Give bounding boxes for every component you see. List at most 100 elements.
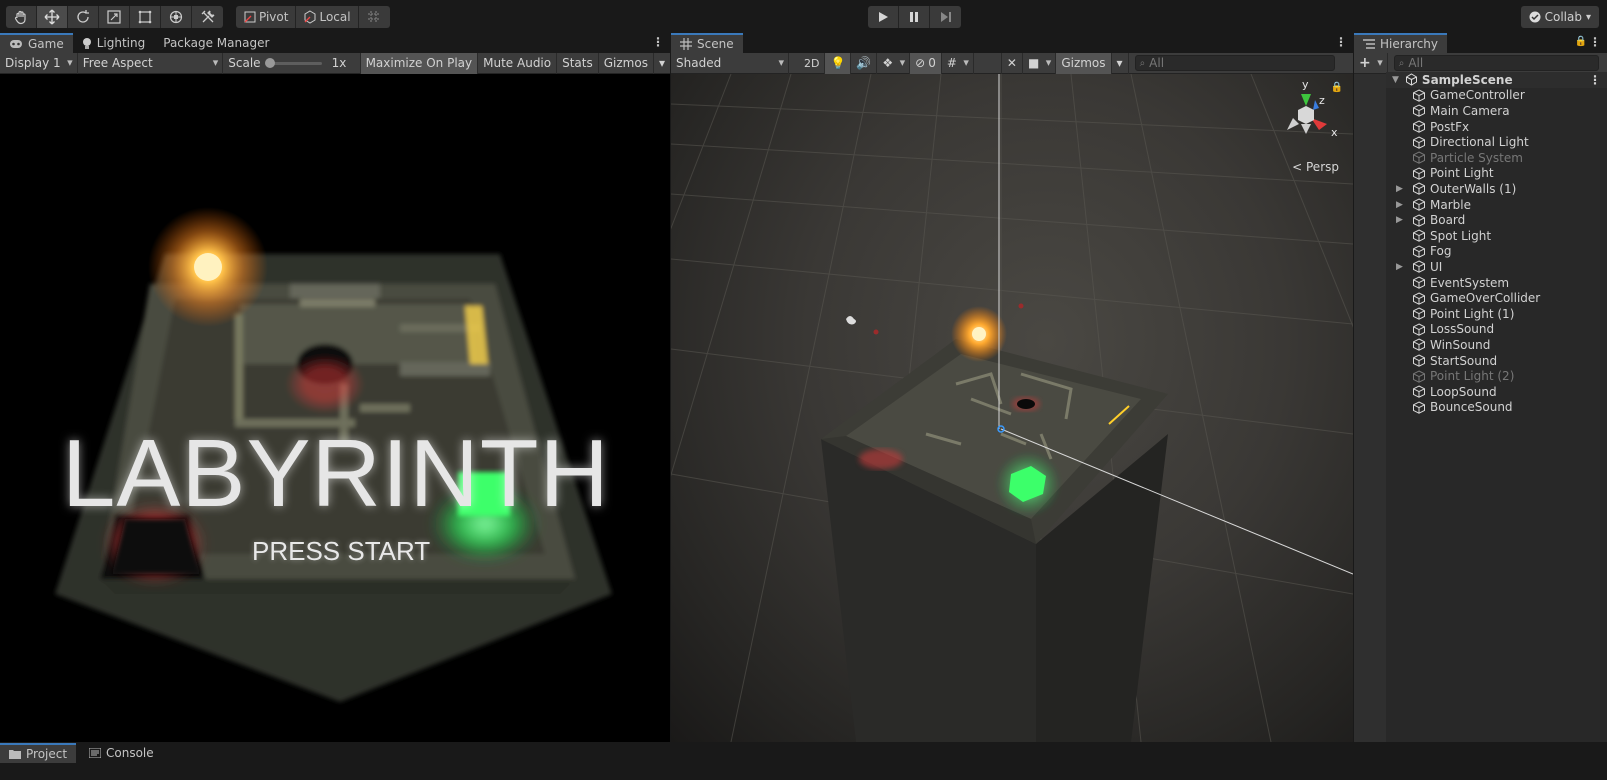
audio-toggle[interactable]: 🔊	[851, 52, 878, 74]
hand-tool-button[interactable]	[6, 6, 37, 28]
tab-game[interactable]: Game	[0, 33, 73, 53]
scene-gizmos-dropdown[interactable]: ▾	[1112, 52, 1129, 74]
gameobject-cube-icon	[1413, 167, 1425, 180]
scale-slider[interactable]	[264, 57, 322, 68]
tab-console[interactable]: Console	[80, 743, 163, 763]
axis-x-label: x	[1331, 126, 1338, 139]
kebab-menu-icon[interactable]: ⋮	[1589, 35, 1601, 49]
scene-panel: Scene ⋮ Shaded 2D 💡 🔊 ❖ ⊘ 0 # ✕ ■ Gizmos…	[671, 33, 1353, 742]
move-icon	[44, 9, 60, 25]
hierarchy-item[interactable]: ▶ OuterWalls (1)	[1396, 181, 1607, 197]
hierarchy-item[interactable]: WinSound	[1412, 337, 1607, 353]
pivot-toggle[interactable]: Pivot	[236, 6, 297, 28]
stats-toggle[interactable]: Stats	[557, 52, 599, 74]
scene-search-input[interactable]: ⌕ All	[1134, 55, 1335, 71]
shading-dropdown[interactable]: Shaded	[671, 52, 789, 74]
hierarchy-item[interactable]: ▶ Marble	[1396, 197, 1607, 213]
grid-snap-button[interactable]	[359, 6, 390, 28]
pivot-label: Pivot	[259, 10, 289, 24]
lock-icon[interactable]: 🔒	[1331, 82, 1343, 93]
rotate-tool-button[interactable]	[68, 6, 99, 28]
hierarchy-item[interactable]: PostFx	[1412, 119, 1607, 135]
tab-project-label: Project	[26, 747, 68, 761]
foldout-arrow-icon[interactable]: ▶	[1396, 262, 1403, 272]
2d-toggle[interactable]: 2D	[799, 52, 826, 74]
pause-button[interactable]	[899, 6, 930, 28]
rect-tool-button[interactable]	[130, 6, 161, 28]
scale-tool-button[interactable]	[99, 6, 130, 28]
hierarchy-item[interactable]: Main Camera	[1412, 103, 1607, 119]
hierarchy-item-label: Particle System	[1430, 150, 1523, 165]
persp-label[interactable]: < Persp	[1292, 160, 1339, 174]
camera-dropdown[interactable]: ■	[1023, 52, 1057, 74]
play-icon	[879, 12, 888, 22]
hidden-objects-toggle[interactable]: ⊘ 0	[910, 52, 942, 74]
hierarchy-item[interactable]: Point Light (1)	[1412, 306, 1607, 322]
lock-icon[interactable]: 🔒	[1575, 36, 1587, 47]
tab-package-manager[interactable]: Package Manager	[154, 33, 278, 53]
hierarchy-item[interactable]: ▶ UI	[1396, 259, 1607, 275]
mute-label: Mute Audio	[483, 56, 552, 70]
hierarchy-item[interactable]: StartSound	[1412, 353, 1607, 369]
step-button[interactable]	[930, 6, 961, 28]
foldout-arrow-icon[interactable]: ▶	[1396, 184, 1403, 194]
transform-tool-button[interactable]	[161, 6, 192, 28]
hierarchy-item[interactable]: BounceSound	[1412, 400, 1607, 416]
kebab-menu-icon[interactable]: ⋮	[1335, 35, 1347, 49]
foldout-arrow-icon[interactable]: ▶	[1396, 215, 1403, 225]
grid-dropdown[interactable]: #	[942, 52, 974, 74]
tab-scene[interactable]: Scene	[671, 33, 743, 53]
hierarchy-item[interactable]: GameController	[1412, 88, 1607, 104]
gizmos-toggle[interactable]: Gizmos	[599, 52, 654, 74]
grid-snap-icon	[368, 11, 381, 23]
mute-audio-toggle[interactable]: Mute Audio	[478, 52, 558, 74]
gameobject-cube-icon	[1413, 292, 1425, 305]
maximize-on-play-toggle[interactable]: Maximize On Play	[360, 52, 479, 74]
eye-hidden-icon: ⊘	[915, 56, 926, 70]
hierarchy-item[interactable]: LossSound	[1412, 322, 1607, 338]
play-button[interactable]	[868, 6, 899, 28]
foldout-arrow-icon: ▼	[1392, 74, 1399, 85]
gameobject-cube-icon	[1413, 120, 1425, 133]
effects-dropdown[interactable]: ❖	[877, 52, 911, 74]
scene-root-row[interactable]: ▼ SampleScene ⋮	[1386, 72, 1607, 88]
hierarchy-item[interactable]: Spot Light	[1412, 228, 1607, 244]
custom-tool-button[interactable]	[192, 6, 223, 28]
gameobject-cube-icon	[1413, 89, 1425, 102]
local-toggle[interactable]: Local	[296, 6, 359, 28]
gameobject-cube-icon	[1413, 214, 1425, 227]
tab-lighting[interactable]: Lighting	[73, 33, 155, 53]
hierarchy-item[interactable]: LoopSound	[1412, 384, 1607, 400]
hierarchy-item[interactable]: EventSystem	[1412, 275, 1607, 291]
scene-viewport[interactable]: y z x 🔒 < Persp	[671, 74, 1353, 742]
lighting-toggle[interactable]: 💡	[825, 52, 852, 74]
tab-scene-label: Scene	[697, 37, 734, 51]
hierarchy-item[interactable]: Particle System	[1412, 150, 1607, 166]
kebab-menu-icon[interactable]: ⋮	[652, 35, 664, 49]
tab-project[interactable]: Project	[0, 743, 77, 763]
kebab-menu-icon[interactable]: ⋮	[1589, 73, 1601, 87]
display-dropdown[interactable]: Display 1	[0, 52, 78, 74]
collab-button[interactable]: Collab ▾	[1520, 6, 1599, 28]
gizmos-dropdown-arrow[interactable]: ▾	[654, 53, 670, 74]
hierarchy-item-label: Directional Light	[1430, 135, 1529, 150]
hierarchy-item[interactable]: ▶ Board	[1396, 212, 1607, 228]
hierarchy-item[interactable]: GameOverCollider	[1412, 290, 1607, 306]
hierarchy-item[interactable]: Fog	[1412, 244, 1607, 260]
scale-slider-knob[interactable]	[264, 57, 275, 68]
scene-gizmos-label: Gizmos	[1061, 56, 1106, 70]
create-dropdown[interactable]: +	[1354, 52, 1388, 74]
move-tool-button[interactable]	[37, 6, 68, 28]
hierarchy-search-input[interactable]: ⌕ All	[1393, 55, 1599, 71]
hierarchy-item[interactable]: Directional Light	[1412, 134, 1607, 150]
tools-button[interactable]: ✕	[1002, 52, 1023, 74]
chevron-down-icon: ▾	[658, 56, 665, 70]
foldout-arrow-icon[interactable]: ▶	[1396, 200, 1403, 210]
aspect-dropdown[interactable]: Free Aspect	[78, 52, 224, 74]
hierarchy-item[interactable]: Point Light	[1412, 166, 1607, 182]
tab-hierarchy[interactable]: Hierarchy	[1354, 33, 1448, 53]
scene-gizmos-toggle[interactable]: Gizmos	[1056, 52, 1112, 74]
game-viewport[interactable]: LABYRINTH PRESS START	[0, 74, 670, 742]
hierarchy-item-label: UI	[1430, 259, 1443, 274]
hierarchy-item[interactable]: Point Light (2)	[1412, 368, 1607, 384]
